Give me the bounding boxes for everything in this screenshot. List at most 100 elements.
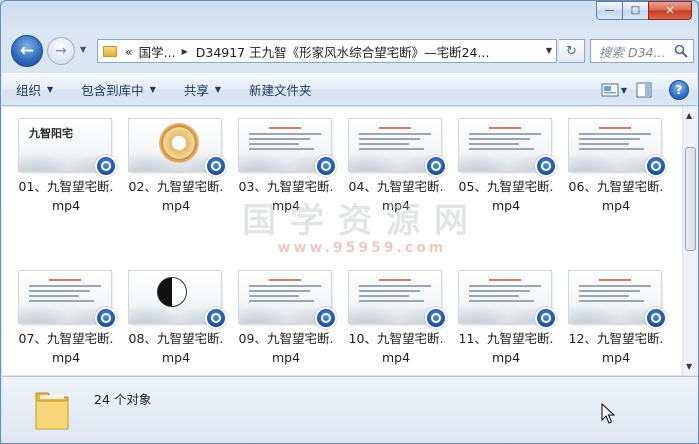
file-list[interactable]: 九智阳宅 01、九智望宅断. mp4 02、九智望宅断. mp4 03、九智望宅断. mp4… — [2, 107, 682, 375]
command-bar: 组织 ▼ 包含到库中 ▼ 共享 ▼ 新建文件夹 ▼ ? — [2, 73, 697, 106]
new-folder-label: 新建文件夹 — [249, 83, 312, 98]
chevron-down-icon: ▼ — [47, 85, 54, 94]
view-icon — [601, 83, 619, 97]
video-file-icon — [95, 307, 117, 329]
details-pane: 24 个对象 — [2, 376, 698, 443]
back-button[interactable]: ← — [11, 35, 43, 67]
minimize-button[interactable]: — — [596, 1, 622, 20]
file-name: 12、九智望宅断. mp4 — [560, 329, 672, 367]
file-item[interactable]: 09、九智望宅断. mp4 — [222, 263, 337, 375]
file-name-line: 04、九智望宅断. — [348, 179, 444, 194]
help-button[interactable]: ? — [669, 80, 689, 100]
organize-menu[interactable]: 组织 ▼ — [2, 80, 67, 99]
file-extension: mp4 — [271, 350, 301, 365]
include-library-label: 包含到库中 — [81, 83, 144, 98]
file-name-line: 03、九智望宅断. — [238, 179, 334, 194]
address-dropdown-icon[interactable]: ▼ — [546, 46, 552, 55]
mouse-cursor-icon — [601, 403, 615, 424]
breadcrumb-segment[interactable]: D34917 王九智《形家风水综合望宅断》—宅断24... — [196, 42, 490, 61]
file-name: 01、九智望宅断. mp4 — [10, 177, 122, 215]
video-file-icon — [425, 155, 447, 177]
slide-text-graphic — [359, 279, 431, 305]
file-name: 06、九智望宅断. mp4 — [560, 177, 672, 215]
video-file-icon — [205, 307, 227, 329]
file-name: 11、九智望宅断. mp4 — [450, 329, 562, 367]
refresh-icon: ↻ — [566, 43, 577, 59]
file-name-line: 05、九智望宅断. — [458, 179, 554, 194]
file-name-line: 12、九智望宅断. — [568, 331, 664, 346]
slide-text-graphic — [579, 279, 651, 305]
slide-text-graphic — [579, 127, 651, 153]
file-item[interactable]: 04、九智望宅断. mp4 — [332, 111, 447, 251]
file-extension: mp4 — [601, 198, 631, 213]
address-bar[interactable]: « 国学... ▶ D34917 王九智《形家风水综合望宅断》—宅断24... … — [97, 39, 557, 63]
video-file-icon — [645, 307, 667, 329]
thumbnail-title: 九智阳宅 — [29, 127, 73, 140]
file-extension: mp4 — [271, 198, 301, 213]
file-name-line: 06、九智望宅断. — [568, 179, 664, 194]
video-file-icon — [535, 155, 557, 177]
arrow-right-icon: → — [55, 43, 67, 59]
file-item[interactable]: 05、九智望宅断. mp4 — [442, 111, 557, 251]
file-item[interactable]: 12、九智望宅断. mp4 — [552, 263, 667, 375]
video-file-icon — [425, 307, 447, 329]
breadcrumb-overflow[interactable]: « — [125, 44, 133, 59]
item-count: 24 个对象 — [94, 392, 152, 407]
file-item[interactable]: 06、九智望宅断. mp4 — [552, 111, 667, 251]
refresh-button[interactable]: ↻ — [559, 39, 585, 63]
new-folder-button[interactable]: 新建文件夹 — [235, 80, 326, 99]
share-menu[interactable]: 共享 ▼ — [170, 80, 235, 99]
file-extension: mp4 — [51, 350, 81, 365]
scroll-down-icon[interactable]: ▼ — [686, 362, 692, 371]
breadcrumb-segment[interactable]: 国学... — [139, 42, 176, 61]
file-extension: mp4 — [161, 350, 191, 365]
file-item[interactable]: 九智阳宅 01、九智望宅断. mp4 — [2, 111, 117, 251]
file-extension: mp4 — [161, 198, 191, 213]
video-file-icon — [315, 155, 337, 177]
breadcrumb-chevron-icon[interactable]: ▶ — [182, 47, 188, 56]
file-item[interactable]: 02、九智望宅断. mp4 — [112, 111, 227, 251]
scroll-thumb[interactable] — [685, 147, 696, 251]
slide-text-graphic — [469, 279, 541, 305]
video-file-icon — [645, 155, 667, 177]
taiji-graphic — [157, 277, 187, 307]
close-button[interactable]: ✕ — [648, 1, 692, 20]
forward-button[interactable]: → — [47, 37, 75, 65]
preview-pane-button[interactable] — [633, 80, 655, 100]
file-extension: mp4 — [381, 198, 411, 213]
share-label: 共享 — [183, 83, 209, 98]
vertical-scrollbar[interactable]: ▲ ▼ — [682, 107, 698, 375]
chevron-down-icon: ▼ — [149, 85, 156, 94]
slide-text-graphic — [29, 279, 101, 305]
scroll-up-icon[interactable]: ▲ — [686, 111, 692, 120]
file-item[interactable]: 03、九智望宅断. mp4 — [222, 111, 337, 251]
file-name-line: 07、九智望宅断. — [18, 331, 114, 346]
view-options-dropdown-icon[interactable]: ▼ — [621, 86, 627, 95]
search-input[interactable]: 搜索 D34... — [590, 39, 694, 63]
file-name: 04、九智望宅断. mp4 — [340, 177, 452, 215]
file-name: 07、九智望宅断. mp4 — [10, 329, 122, 367]
file-extension: mp4 — [381, 350, 411, 365]
file-name-line: 01、九智望宅断. — [18, 179, 114, 194]
file-item[interactable]: 08、九智望宅断. mp4 — [112, 263, 227, 375]
file-name-line: 09、九智望宅断. — [238, 331, 334, 346]
video-file-icon — [315, 307, 337, 329]
file-item[interactable]: 11、九智望宅断. mp4 — [442, 263, 557, 375]
recent-pages-dropdown[interactable]: ▼ — [80, 45, 86, 54]
file-item[interactable]: 07、九智望宅断. mp4 — [2, 263, 117, 375]
slide-text-graphic — [359, 127, 431, 153]
file-name-line: 10、九智望宅断. — [348, 331, 444, 346]
maximize-button[interactable]: □ — [622, 1, 648, 20]
question-mark-icon: ? — [675, 83, 683, 97]
include-library-menu[interactable]: 包含到库中 ▼ — [67, 80, 170, 99]
search-icon — [674, 44, 688, 58]
change-view-button[interactable] — [599, 80, 621, 100]
organize-label: 组织 — [16, 83, 42, 98]
file-name: 02、九智望宅断. mp4 — [120, 177, 232, 215]
file-extension: mp4 — [491, 350, 521, 365]
file-name: 10、九智望宅断. mp4 — [340, 329, 452, 367]
file-name: 09、九智望宅断. mp4 — [230, 329, 342, 367]
slide-text-graphic — [469, 127, 541, 153]
file-item[interactable]: 10、九智望宅断. mp4 — [332, 263, 447, 375]
preview-pane-icon — [636, 82, 652, 98]
